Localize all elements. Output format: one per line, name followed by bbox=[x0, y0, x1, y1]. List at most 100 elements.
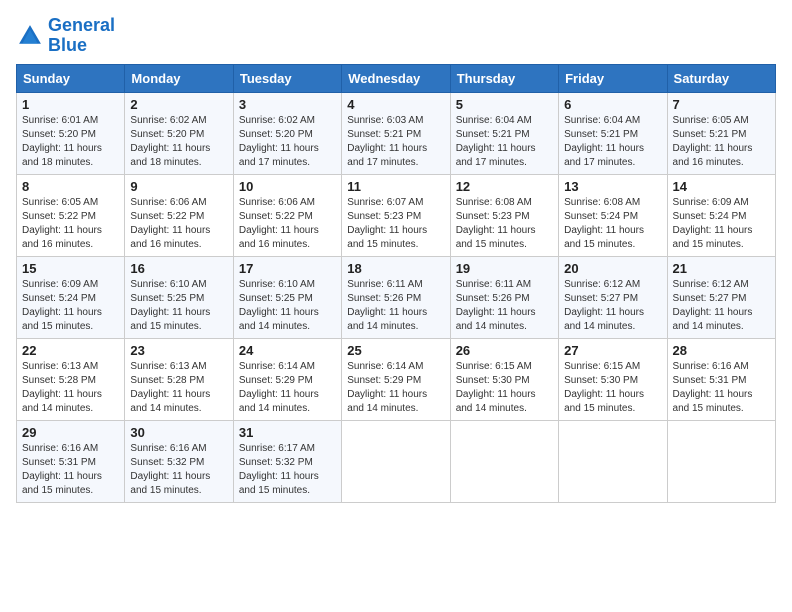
calendar-cell: 18 Sunrise: 6:11 AM Sunset: 5:26 PM Dayli… bbox=[342, 256, 450, 338]
calendar-body: 1 Sunrise: 6:01 AM Sunset: 5:20 PM Daylig… bbox=[17, 92, 776, 502]
day-number: 16 bbox=[130, 261, 227, 276]
day-detail: Sunrise: 6:02 AM Sunset: 5:20 PM Dayligh… bbox=[239, 114, 336, 170]
calendar-table: SundayMondayTuesdayWednesdayThursdayFrid… bbox=[16, 64, 776, 503]
day-number: 27 bbox=[564, 343, 661, 358]
day-detail: Sunrise: 6:09 AM Sunset: 5:24 PM Dayligh… bbox=[673, 196, 770, 252]
day-number: 10 bbox=[239, 179, 336, 194]
calendar-cell bbox=[450, 420, 558, 502]
day-number: 3 bbox=[239, 97, 336, 112]
day-number: 5 bbox=[456, 97, 553, 112]
calendar-cell: 28Sunrise: 6:16 AM Sunset: 5:31 PM Dayli… bbox=[667, 338, 775, 420]
day-detail: Sunrise: 6:11 AM Sunset: 5:26 PM Dayligh… bbox=[347, 278, 444, 334]
calendar-cell: 9 Sunrise: 6:06 AM Sunset: 5:22 PM Daylig… bbox=[125, 174, 233, 256]
calendar-cell: 2 Sunrise: 6:02 AM Sunset: 5:20 PM Daylig… bbox=[125, 92, 233, 174]
logo-icon bbox=[16, 22, 44, 50]
day-number: 25 bbox=[347, 343, 444, 358]
day-detail: Sunrise: 6:09 AM Sunset: 5:24 PM Dayligh… bbox=[22, 278, 119, 334]
calendar-cell: 24 Sunrise: 6:14 AM Sunset: 5:29 PM Dayli… bbox=[233, 338, 341, 420]
calendar-cell bbox=[342, 420, 450, 502]
day-number: 20 bbox=[564, 261, 661, 276]
day-number: 19 bbox=[456, 261, 553, 276]
calendar-cell: 30Sunrise: 6:16 AM Sunset: 5:32 PM Dayli… bbox=[125, 420, 233, 502]
day-number: 4 bbox=[347, 97, 444, 112]
calendar-cell: 22 Sunrise: 6:13 AM Sunset: 5:28 PM Dayli… bbox=[17, 338, 125, 420]
day-number: 8 bbox=[22, 179, 119, 194]
calendar-cell: 12Sunrise: 6:08 AM Sunset: 5:23 PM Dayli… bbox=[450, 174, 558, 256]
day-detail: Sunrise: 6:13 AM Sunset: 5:28 PM Dayligh… bbox=[22, 360, 119, 416]
day-detail: Sunrise: 6:06 AM Sunset: 5:22 PM Dayligh… bbox=[239, 196, 336, 252]
day-detail: Sunrise: 6:15 AM Sunset: 5:30 PM Dayligh… bbox=[456, 360, 553, 416]
day-detail: Sunrise: 6:10 AM Sunset: 5:25 PM Dayligh… bbox=[130, 278, 227, 334]
day-number: 11 bbox=[347, 179, 444, 194]
day-detail: Sunrise: 6:05 AM Sunset: 5:22 PM Dayligh… bbox=[22, 196, 119, 252]
day-detail: Sunrise: 6:11 AM Sunset: 5:26 PM Dayligh… bbox=[456, 278, 553, 334]
calendar-cell: 6 Sunrise: 6:04 AM Sunset: 5:21 PM Daylig… bbox=[559, 92, 667, 174]
calendar-cell: 31 Sunrise: 6:17 AM Sunset: 5:32 PM Dayli… bbox=[233, 420, 341, 502]
day-detail: Sunrise: 6:10 AM Sunset: 5:25 PM Dayligh… bbox=[239, 278, 336, 334]
day-number: 24 bbox=[239, 343, 336, 358]
calendar-cell: 19 Sunrise: 6:11 AM Sunset: 5:26 PM Dayli… bbox=[450, 256, 558, 338]
calendar-header-row: SundayMondayTuesdayWednesdayThursdayFrid… bbox=[17, 64, 776, 92]
calendar-cell: 11 Sunrise: 6:07 AM Sunset: 5:23 PM Dayli… bbox=[342, 174, 450, 256]
day-number: 12 bbox=[456, 179, 553, 194]
day-number: 26 bbox=[456, 343, 553, 358]
day-number: 28 bbox=[673, 343, 770, 358]
calendar-cell: 10 Sunrise: 6:06 AM Sunset: 5:22 PM Dayli… bbox=[233, 174, 341, 256]
calendar-cell: 21 Sunrise: 6:12 AM Sunset: 5:27 PM Dayli… bbox=[667, 256, 775, 338]
calendar-cell: 26 Sunrise: 6:15 AM Sunset: 5:30 PM Dayli… bbox=[450, 338, 558, 420]
day-detail: Sunrise: 6:01 AM Sunset: 5:20 PM Dayligh… bbox=[22, 114, 119, 170]
day-number: 2 bbox=[130, 97, 227, 112]
day-number: 29 bbox=[22, 425, 119, 440]
weekday-header: Friday bbox=[559, 64, 667, 92]
calendar-cell bbox=[559, 420, 667, 502]
calendar-cell: 27 Sunrise: 6:15 AM Sunset: 5:30 PM Dayli… bbox=[559, 338, 667, 420]
calendar-cell: 25 Sunrise: 6:14 AM Sunset: 5:29 PM Dayli… bbox=[342, 338, 450, 420]
weekday-header: Tuesday bbox=[233, 64, 341, 92]
day-detail: Sunrise: 6:14 AM Sunset: 5:29 PM Dayligh… bbox=[347, 360, 444, 416]
day-number: 6 bbox=[564, 97, 661, 112]
weekday-header: Monday bbox=[125, 64, 233, 92]
calendar-cell: 4 Sunrise: 6:03 AM Sunset: 5:21 PM Daylig… bbox=[342, 92, 450, 174]
calendar-cell: 8 Sunrise: 6:05 AM Sunset: 5:22 PM Daylig… bbox=[17, 174, 125, 256]
calendar-week-row: 22 Sunrise: 6:13 AM Sunset: 5:28 PM Dayli… bbox=[17, 338, 776, 420]
weekday-header: Thursday bbox=[450, 64, 558, 92]
calendar-week-row: 29Sunrise: 6:16 AM Sunset: 5:31 PM Dayli… bbox=[17, 420, 776, 502]
day-detail: Sunrise: 6:02 AM Sunset: 5:20 PM Dayligh… bbox=[130, 114, 227, 170]
day-detail: Sunrise: 6:15 AM Sunset: 5:30 PM Dayligh… bbox=[564, 360, 661, 416]
day-detail: Sunrise: 6:03 AM Sunset: 5:21 PM Dayligh… bbox=[347, 114, 444, 170]
day-detail: Sunrise: 6:08 AM Sunset: 5:24 PM Dayligh… bbox=[564, 196, 661, 252]
day-detail: Sunrise: 6:07 AM Sunset: 5:23 PM Dayligh… bbox=[347, 196, 444, 252]
day-number: 13 bbox=[564, 179, 661, 194]
calendar-week-row: 15 Sunrise: 6:09 AM Sunset: 5:24 PM Dayli… bbox=[17, 256, 776, 338]
calendar-cell: 17Sunrise: 6:10 AM Sunset: 5:25 PM Dayli… bbox=[233, 256, 341, 338]
calendar-cell: 15 Sunrise: 6:09 AM Sunset: 5:24 PM Dayli… bbox=[17, 256, 125, 338]
day-number: 1 bbox=[22, 97, 119, 112]
weekday-header: Sunday bbox=[17, 64, 125, 92]
calendar-cell: 7Sunrise: 6:05 AM Sunset: 5:21 PM Daylig… bbox=[667, 92, 775, 174]
day-number: 22 bbox=[22, 343, 119, 358]
logo: General Blue bbox=[16, 16, 115, 56]
calendar-cell: 5Sunrise: 6:04 AM Sunset: 5:21 PM Daylig… bbox=[450, 92, 558, 174]
calendar-cell: 23 Sunrise: 6:13 AM Sunset: 5:28 PM Dayli… bbox=[125, 338, 233, 420]
logo-text: General Blue bbox=[48, 16, 115, 56]
day-detail: Sunrise: 6:17 AM Sunset: 5:32 PM Dayligh… bbox=[239, 442, 336, 498]
day-detail: Sunrise: 6:12 AM Sunset: 5:27 PM Dayligh… bbox=[564, 278, 661, 334]
day-number: 31 bbox=[239, 425, 336, 440]
day-detail: Sunrise: 6:12 AM Sunset: 5:27 PM Dayligh… bbox=[673, 278, 770, 334]
day-detail: Sunrise: 6:06 AM Sunset: 5:22 PM Dayligh… bbox=[130, 196, 227, 252]
day-detail: Sunrise: 6:04 AM Sunset: 5:21 PM Dayligh… bbox=[564, 114, 661, 170]
weekday-header: Saturday bbox=[667, 64, 775, 92]
day-number: 15 bbox=[22, 261, 119, 276]
day-number: 23 bbox=[130, 343, 227, 358]
day-number: 30 bbox=[130, 425, 227, 440]
day-detail: Sunrise: 6:13 AM Sunset: 5:28 PM Dayligh… bbox=[130, 360, 227, 416]
day-number: 18 bbox=[347, 261, 444, 276]
calendar-cell: 16 Sunrise: 6:10 AM Sunset: 5:25 PM Dayli… bbox=[125, 256, 233, 338]
calendar-cell: 20 Sunrise: 6:12 AM Sunset: 5:27 PM Dayli… bbox=[559, 256, 667, 338]
day-detail: Sunrise: 6:14 AM Sunset: 5:29 PM Dayligh… bbox=[239, 360, 336, 416]
calendar-cell: 14Sunrise: 6:09 AM Sunset: 5:24 PM Dayli… bbox=[667, 174, 775, 256]
day-number: 21 bbox=[673, 261, 770, 276]
calendar-week-row: 1 Sunrise: 6:01 AM Sunset: 5:20 PM Daylig… bbox=[17, 92, 776, 174]
weekday-header: Wednesday bbox=[342, 64, 450, 92]
day-number: 9 bbox=[130, 179, 227, 194]
